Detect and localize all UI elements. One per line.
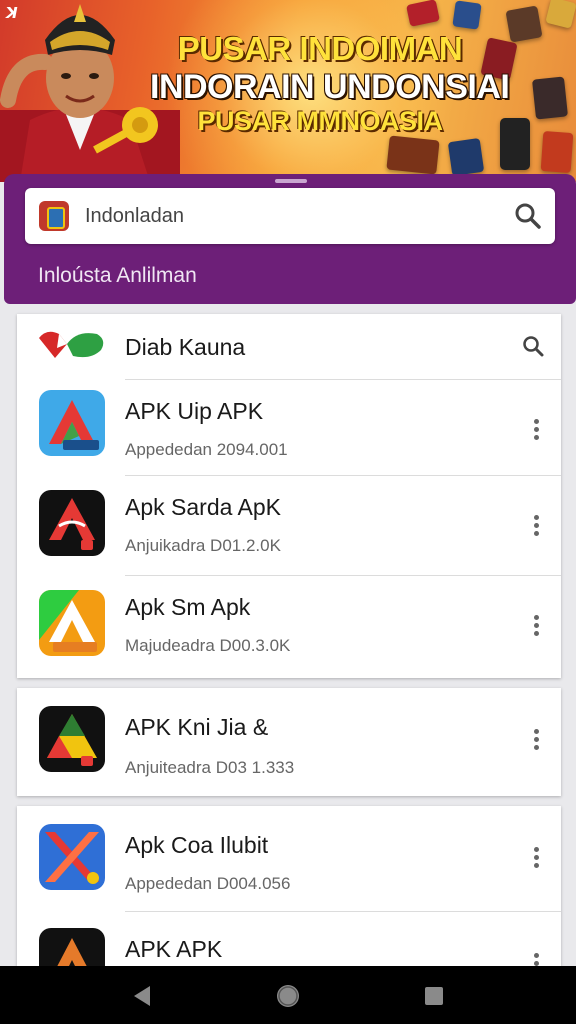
app-icon-black-orange xyxy=(39,928,105,966)
banner-headline-2: INDORAIN UNDONSIAI xyxy=(150,68,510,106)
app-list-item[interactable]: Apk Sm Apk Majudeadra D00.3.0K xyxy=(17,576,561,676)
app-meta: Appededan D004.056 xyxy=(125,874,291,893)
more-options-icon[interactable] xyxy=(525,416,547,444)
app-list-card-3: Apk Coa Ilubit Appededan D004.056 APK AP… xyxy=(17,806,561,966)
more-options-icon[interactable] xyxy=(525,726,547,754)
list-header-title: Diab Kauna xyxy=(125,334,246,360)
app-meta: Majudeadra D00.3.0K xyxy=(125,636,291,655)
sheet-subtitle: Inloústa Anlilman xyxy=(38,264,197,287)
app-meta: Appededan 2094.001 xyxy=(125,440,288,459)
app-title: APK Uip APK xyxy=(125,398,264,424)
search-input[interactable]: Indonladan xyxy=(85,205,184,228)
list-search-icon[interactable] xyxy=(521,334,545,358)
search-bar[interactable]: Indonladan xyxy=(25,188,555,244)
app-list-item[interactable]: APK Uip APK Appededan 2094.001 xyxy=(17,380,561,476)
app-icon-black-red xyxy=(39,490,105,556)
app-title: APK APK xyxy=(125,936,223,962)
more-options-icon[interactable] xyxy=(525,844,547,872)
app-list-item[interactable]: APK Kni Jia & Anjuiteadra D03 1.333 xyxy=(17,688,561,796)
banner-card-4 xyxy=(545,0,576,29)
app-logo-icon xyxy=(39,201,69,231)
app-icon-green-orange xyxy=(39,590,105,656)
home-icon[interactable] xyxy=(274,982,302,1010)
system-nav-bar xyxy=(0,966,576,1024)
banner-headline-3: PUSAR MMNOASIA xyxy=(197,106,443,136)
recents-icon[interactable] xyxy=(420,982,448,1010)
app-title: Apk Sarda ApK xyxy=(125,494,281,520)
app-icon-blue xyxy=(39,390,105,456)
sheet-drag-handle[interactable] xyxy=(275,179,307,183)
search-sheet: Indonladan Inloústa Anlilman xyxy=(4,174,576,304)
list-header: Diab Kauna xyxy=(17,314,561,380)
app-icon-black-green xyxy=(39,706,105,772)
app-meta: Anjuikadra D01.2.0K xyxy=(125,536,281,555)
more-options-icon[interactable] xyxy=(525,950,547,966)
brand-logo-icon xyxy=(39,331,104,358)
more-options-icon[interactable] xyxy=(525,612,547,640)
banner-headline-1: PUSAR INDOIMAN xyxy=(177,30,463,67)
banner-card-6 xyxy=(531,76,569,120)
app-title: APK Kni Jia & xyxy=(125,714,269,740)
back-icon[interactable] xyxy=(128,982,156,1010)
banner-phone xyxy=(500,118,530,170)
app-icon-blue-x xyxy=(39,824,105,890)
search-icon[interactable] xyxy=(513,201,543,231)
more-options-icon[interactable] xyxy=(525,512,547,540)
app-list-card-2: APK Kni Jia & Anjuiteadra D03 1.333 xyxy=(17,688,561,796)
app-list-card-1: Diab Kauna APK Uip APK Appededan 2094.00… xyxy=(17,314,561,678)
app-list-item[interactable]: APK APK xyxy=(17,912,561,966)
app-list-item[interactable]: Apk Coa Ilubit Appededan D004.056 xyxy=(17,806,561,912)
banner-card-3 xyxy=(505,5,543,43)
banner-card-9 xyxy=(540,131,574,173)
promo-banner[interactable]: ꓘ PUSAR INDOIMAN INDORAIN UNDONSIAI PUSA… xyxy=(0,0,576,182)
app-list-item[interactable]: Apk Sarda ApK Anjuikadra D01.2.0K xyxy=(17,476,561,576)
banner-card-2 xyxy=(452,0,482,30)
app-meta: Anjuiteadra D03 1.333 xyxy=(125,758,295,777)
app-title: Apk Coa Ilubit xyxy=(125,832,269,858)
app-title: Apk Sm Apk xyxy=(125,594,251,620)
banner-card-8 xyxy=(447,137,485,177)
banner-card-7 xyxy=(386,135,440,175)
